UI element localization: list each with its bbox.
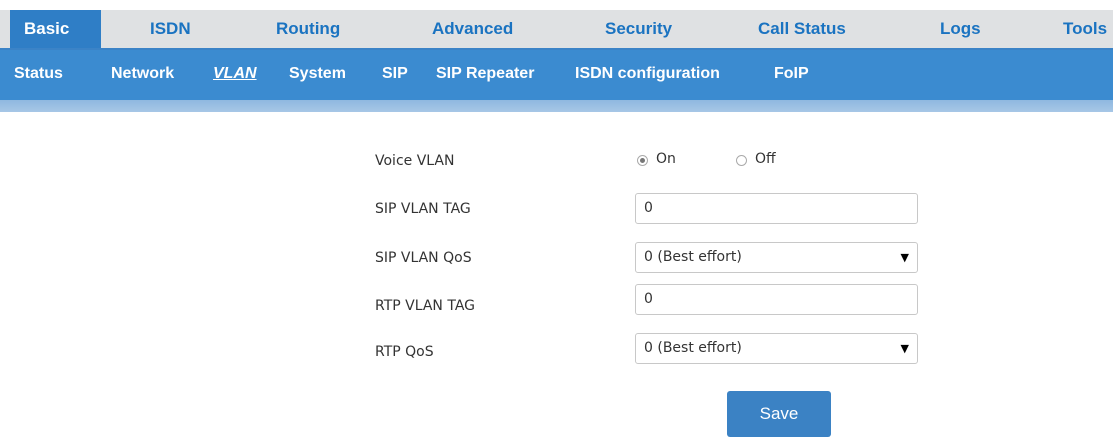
sip-vlan-tag-input[interactable]: 0 [635,193,918,224]
dropdown-arrow-icon: ▼ [900,251,909,264]
rtp-qos-label: RTP QoS [375,344,434,360]
voice-vlan-label: Voice VLAN [375,153,455,169]
rtp-vlan-tag-value: 0 [644,291,653,307]
voice-vlan-on-label[interactable]: On [656,151,676,167]
sip-vlan-tag-value: 0 [644,200,653,216]
dropdown-arrow-icon: ▼ [900,342,909,355]
tab-basic[interactable]: Basic [10,10,101,48]
subnav-sip-repeater[interactable]: SIP Repeater [436,50,534,100]
voice-vlan-off-label[interactable]: Off [755,151,776,167]
voice-vlan-off-radio[interactable] [736,155,747,166]
sub-nav: Status Network VLAN System SIP SIP Repea… [0,50,1113,100]
sip-vlan-qos-select[interactable]: 0 (Best effort) ▼ [635,242,918,273]
sip-vlan-qos-value: 0 (Best effort) [644,249,742,265]
rtp-qos-select[interactable]: 0 (Best effort) ▼ [635,333,918,364]
sip-vlan-tag-label: SIP VLAN TAG [375,201,471,217]
rtp-qos-value: 0 (Best effort) [644,340,742,356]
sip-vlan-qos-label: SIP VLAN QoS [375,250,472,266]
tab-tools[interactable]: Tools [1063,10,1107,48]
tab-routing[interactable]: Routing [276,10,340,48]
subnav-isdn-configuration[interactable]: ISDN configuration [575,50,720,100]
tab-call-status[interactable]: Call Status [758,10,846,48]
rtp-vlan-tag-input[interactable]: 0 [635,284,918,315]
rtp-vlan-tag-label: RTP VLAN TAG [375,298,475,314]
tab-isdn[interactable]: ISDN [150,10,191,48]
tab-logs[interactable]: Logs [940,10,981,48]
subnav-network[interactable]: Network [111,50,174,100]
subnav-divider [0,100,1113,112]
voice-vlan-on-radio[interactable] [637,155,648,166]
save-button[interactable]: Save [727,391,831,437]
subnav-vlan[interactable]: VLAN [213,50,257,100]
subnav-system[interactable]: System [289,50,346,100]
subnav-sip[interactable]: SIP [382,50,408,100]
tab-advanced[interactable]: Advanced [432,10,513,48]
tab-security[interactable]: Security [605,10,672,48]
top-nav: Basic ISDN Routing Advanced Security Cal… [0,10,1113,50]
subnav-foip[interactable]: FoIP [774,50,809,100]
subnav-status[interactable]: Status [14,50,63,100]
